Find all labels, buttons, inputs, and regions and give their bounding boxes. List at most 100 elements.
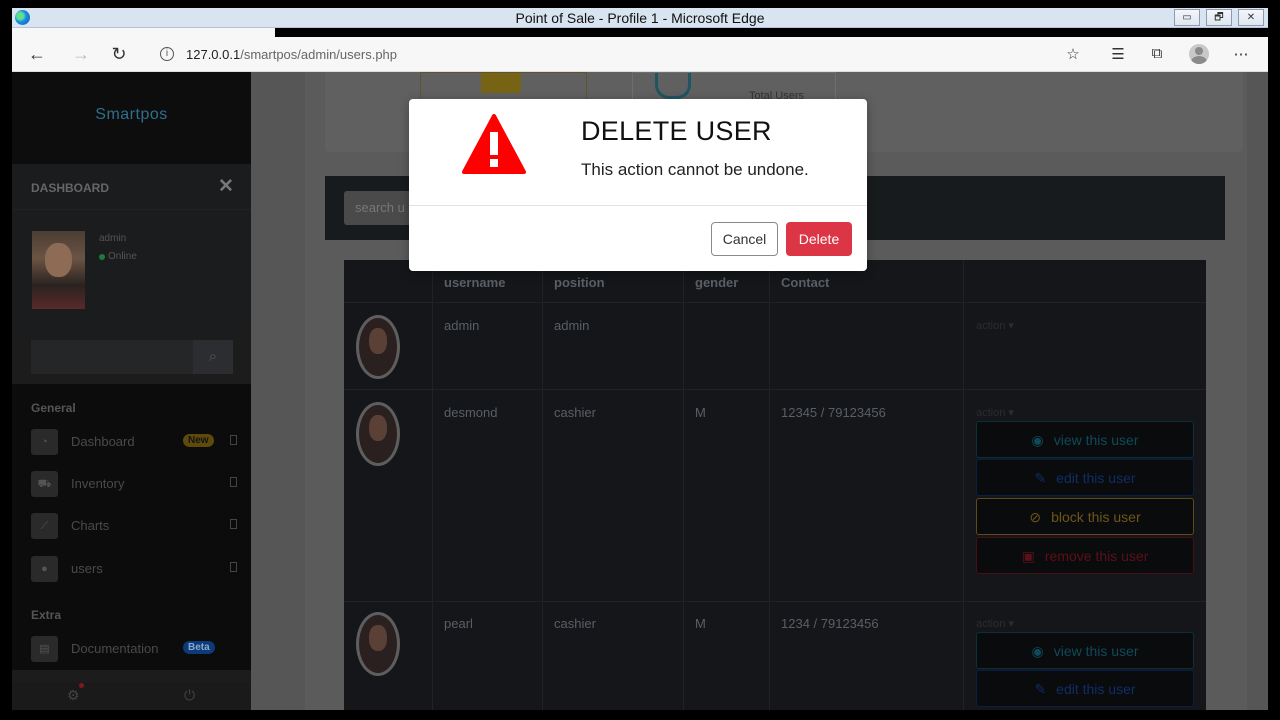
col-divider [963,260,964,710]
minimize-button[interactable]: ▭ [1174,9,1200,26]
online-dot-icon [99,254,105,260]
col-divider [432,260,433,710]
dashboard-icon: ◔ [31,429,58,455]
more-menu-icon[interactable]: ⋯ [1230,45,1252,63]
dashboard-label: DASHBOARD [31,181,109,195]
users-table: username position gender Contact admin a… [344,260,1206,710]
header-gender[interactable]: gender [695,275,738,290]
avatar [32,231,85,309]
cell-gender: M [695,405,706,420]
modal-divider [409,205,867,206]
block-user-label: block this user [1051,509,1141,525]
sidebar-item-charts[interactable]: ⟋ Charts [31,511,241,541]
view-user-button[interactable]: ◉ view this user [976,632,1194,669]
book-icon: ▤ [31,636,58,662]
sidebar-item-dashboard[interactable]: ◔ Dashboard New [31,427,241,457]
row-divider [344,389,1206,390]
edit-user-button[interactable]: ✎ edit this user [976,459,1194,496]
col-divider [769,260,770,710]
brand-logo[interactable]: Smartpos [12,72,251,164]
title-bar: Point of Sale - Profile 1 - Microsoft Ed… [12,8,1268,28]
site-info-icon[interactable]: i [160,47,174,61]
edit-user-button[interactable]: ✎ edit this user [976,670,1194,707]
browser-window: Point of Sale - Profile 1 - Microsoft Ed… [0,0,1280,720]
block-user-button[interactable]: ⊘ block this user [976,498,1194,535]
chevron-icon [230,435,237,445]
favorite-star-icon[interactable]: ☆ [1062,45,1084,63]
header-contact[interactable]: Contact [781,275,829,290]
row-divider [344,601,1206,602]
sidebar-close-icon[interactable]: ✕ [218,175,234,198]
header-position[interactable]: position [554,275,605,290]
chevron-icon [230,477,237,487]
user-icon: ● [31,556,58,582]
forward-icon[interactable]: → [70,44,92,65]
cell-contact: 1234 / 79123456 [781,616,879,631]
profile-avatar-icon[interactable] [1189,44,1209,64]
sidebar-item-users[interactable]: ● users [31,554,241,584]
cancel-button[interactable]: Cancel [711,222,778,256]
favorites-list-icon[interactable]: ☰ [1107,45,1129,63]
col-divider [683,260,684,710]
active-tab[interactable] [12,28,275,37]
view-user-label: view this user [1053,432,1139,448]
sidebar: Smartpos DASHBOARD ✕ admin Online ⌕ Gene… [12,72,251,710]
sidebar-item-label: Documentation [71,641,159,656]
action-dropdown[interactable]: action ▾ [976,406,1014,419]
back-icon[interactable]: ← [26,44,48,65]
sidebar-item-label: Charts [71,518,110,533]
row-divider [344,302,1206,303]
search-input[interactable]: search u [344,191,414,225]
trash-icon: ▣ [1021,548,1035,564]
url-path: /smartpos/admin/users.php [240,47,398,62]
action-dropdown[interactable]: action ▾ [976,319,1014,332]
action-dropdown[interactable]: action ▾ [976,617,1014,630]
gear-icon[interactable]: ⚙ [67,687,80,704]
tab-strip-filler [275,28,1268,37]
close-window-button[interactable]: ✕ [1238,9,1264,26]
remove-user-label: remove this user [1044,548,1149,564]
sidebar-footer: ⚙ ⏻ [12,682,251,710]
dashboard-header: DASHBOARD ✕ [12,164,251,210]
view-user-button[interactable]: ◉ view this user [976,421,1194,458]
tab-strip [12,28,275,37]
url-host: 127.0.0.1 [186,47,241,62]
cell-position: admin [554,318,590,333]
restore-button[interactable]: 🗗 [1206,9,1232,26]
avatar [356,402,400,466]
delete-button[interactable]: Delete [786,222,852,256]
cell-username: desmond [444,405,498,420]
cell-contact: 12345 / 79123456 [781,405,886,420]
ban-icon: ⊘ [1029,509,1042,525]
search-icon[interactable]: ⌕ [193,340,233,374]
edit-user-label: edit this user [1056,470,1136,486]
refresh-icon[interactable]: ↻ [108,44,130,65]
extra-section-title: Extra [31,608,62,622]
address-bar: ← → ↻ i 127.0.0.1/smartpos/admin/users.p… [12,37,1268,72]
chart-icon: ⟋ [31,513,58,539]
beta-badge: Beta [183,641,215,654]
user-status: Online [108,251,137,262]
inventory-icon: ⛟ [31,471,58,497]
sidebar-item-label: users [71,561,103,576]
edit-icon: ✎ [1034,470,1047,486]
cell-position: cashier [554,616,596,631]
sidebar-item-inventory[interactable]: ⛟ Inventory [31,469,241,499]
chevron-icon [230,519,237,529]
power-icon[interactable]: ⏻ [184,687,195,704]
users-icon [655,73,691,99]
header-username[interactable]: username [444,275,505,290]
edit-icon: ✎ [1034,681,1047,697]
modal-message: This action cannot be undone. [581,160,809,179]
remove-user-button[interactable]: ▣ remove this user [976,537,1194,574]
chevron-icon [230,562,237,572]
page-viewport: Smartpos DASHBOARD ✕ admin Online ⌕ Gene… [12,72,1268,710]
sidebar-item-documentation[interactable]: ▤ Documentation Beta [31,634,241,664]
modal-title: DELETE USER [581,116,772,146]
notification-dot-icon [79,683,84,688]
sidebar-search-input[interactable]: ⌕ [31,340,233,374]
col-divider [542,260,543,710]
collections-icon[interactable]: ⧉ [1146,45,1168,62]
edit-user-label: edit this user [1056,681,1136,697]
url-field[interactable]: i 127.0.0.1/smartpos/admin/users.php [152,42,1032,67]
